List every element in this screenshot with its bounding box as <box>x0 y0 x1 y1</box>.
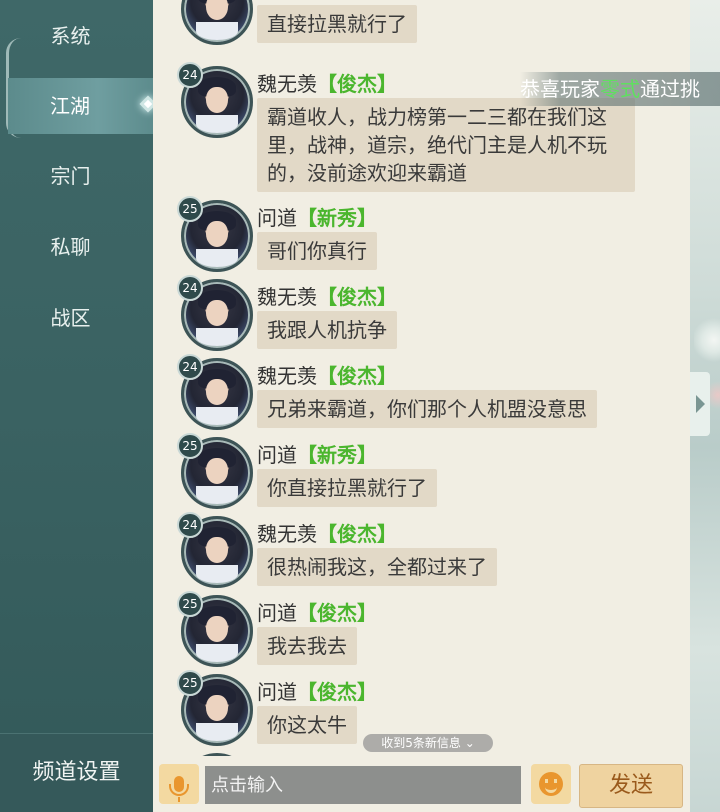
sender-name: 问道俊杰 <box>257 597 377 626</box>
sidebar-item-private-chat[interactable]: 私聊 <box>0 219 145 275</box>
send-button[interactable]: 发送 <box>579 764 683 808</box>
sender-name: 问道俊杰 <box>257 676 377 705</box>
announcement-prefix: 恭喜玩家 <box>520 77 600 101</box>
chat-input[interactable] <box>205 766 521 804</box>
level-badge: 25 <box>177 670 203 696</box>
chat-message: 24 魏无羡俊杰 很热闹我这，全都过来了 <box>153 512 690 592</box>
sidebar-item-sect[interactable]: 宗门 <box>0 148 145 204</box>
sender-name: 魏无羡俊杰 <box>257 360 397 389</box>
chat-panel[interactable]: 直接拉黑就行了 24 魏无羡俊杰 霸道收人，战力榜第一二三都在我们这里，战神，道… <box>153 0 690 756</box>
message-bubble: 很热闹我这，全都过来了 <box>257 548 497 586</box>
channel-settings-button[interactable]: 频道设置 <box>0 733 153 812</box>
announcement-player: 零式 <box>600 77 640 101</box>
rank-tag: 俊杰 <box>317 364 397 388</box>
level-badge: 25 <box>177 196 203 222</box>
sender-name: 问道新秀 <box>257 439 377 468</box>
level-badge: 25 <box>177 591 203 617</box>
sidebar-item-jianghu[interactable]: 江湖 <box>8 78 158 134</box>
chat-message: 24 魏无羡俊杰 兄弟来霸道，你们那个人机盟没意思 <box>153 354 690 434</box>
chat-message: 直接拉黑就行了 <box>153 0 690 49</box>
chat-message: 25 问道新秀 你直接拉黑就行了 <box>153 433 690 513</box>
sidebar-item-system[interactable]: 系统 <box>0 8 145 64</box>
level-badge: 24 <box>177 512 203 538</box>
rank-tag: 俊杰 <box>317 285 397 309</box>
chat-message: 25 问道新秀 哥们你真行 <box>153 196 690 276</box>
sender-name: 魏无羡俊杰 <box>257 68 397 97</box>
message-bubble: 你直接拉黑就行了 <box>257 469 437 507</box>
input-bar: 发送 <box>153 756 690 812</box>
rank-tag: 俊杰 <box>317 72 397 96</box>
level-badge: 25 <box>177 433 203 459</box>
level-badge: 24 <box>177 354 203 380</box>
chat-message: 24 魏无羡俊杰 我跟人机抗争 <box>153 275 690 355</box>
microphone-icon[interactable] <box>159 764 199 804</box>
message-bubble: 你这太牛 <box>257 706 357 744</box>
sidebar-item-label: 江湖 <box>50 94 90 118</box>
sender-name: 魏无羡俊杰 <box>257 281 397 310</box>
rank-tag: 俊杰 <box>297 680 377 704</box>
level-badge: 24 <box>177 275 203 301</box>
emoji-icon[interactable] <box>531 764 571 804</box>
announcement-banner: 恭喜玩家零式通过挑 <box>520 72 720 106</box>
channel-sidebar: 系统 江湖 宗门 私聊 战区 频道设置 <box>0 0 158 812</box>
rank-tag: 俊杰 <box>317 522 397 546</box>
avatar[interactable] <box>181 0 253 45</box>
rank-tag: 新秀 <box>297 443 377 467</box>
expand-arrow-icon[interactable] <box>690 372 710 436</box>
rank-tag: 俊杰 <box>297 601 377 625</box>
message-bubble: 兄弟来霸道，你们那个人机盟没意思 <box>257 390 597 428</box>
message-bubble: 我跟人机抗争 <box>257 311 397 349</box>
message-bubble: 霸道收人，战力榜第一二三都在我们这里，战神，道宗，绝代门主是人机不玩的，没前途欢… <box>257 98 635 192</box>
message-bubble: 哥们你真行 <box>257 232 377 270</box>
level-badge: 24 <box>177 62 203 88</box>
sidebar-item-war-zone[interactable]: 战区 <box>0 290 145 346</box>
chat-message: 25 问道俊杰 我去我去 <box>153 591 690 671</box>
message-bubble: 我去我去 <box>257 627 357 665</box>
sender-name: 魏无羡俊杰 <box>257 518 397 547</box>
announcement-suffix: 通过挑 <box>640 77 700 101</box>
message-bubble: 直接拉黑就行了 <box>257 5 417 43</box>
new-messages-indicator[interactable]: 收到5条新信息 ⌄ <box>363 734 493 752</box>
rank-tag: 新秀 <box>297 206 377 230</box>
sender-name: 问道新秀 <box>257 202 377 231</box>
